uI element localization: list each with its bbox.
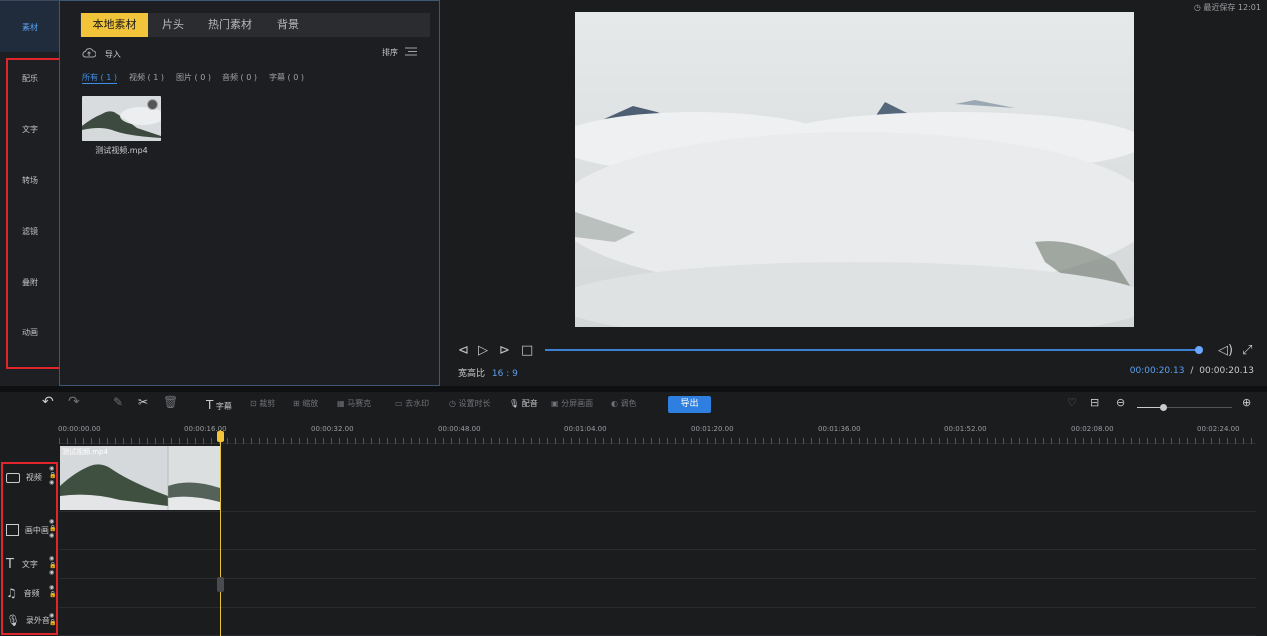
timeline-playhead-handle[interactable] — [217, 431, 224, 442]
list-icon — [404, 47, 417, 58]
dewatermark-icon: ▭ — [395, 399, 403, 408]
zoom-out-icon[interactable]: ⊖ — [1116, 396, 1125, 409]
video-clip[interactable]: 测试视频.mp4 — [60, 446, 220, 510]
import-label: 导入 — [104, 50, 121, 59]
zoom-button[interactable]: ⊞ 缩放 — [293, 398, 318, 409]
crop-button[interactable]: ⊡ 裁剪 — [250, 398, 275, 409]
tab-intro[interactable]: 片头 — [152, 13, 194, 37]
ruler-tick-label: 00:01:20.00 — [691, 425, 734, 433]
mosaic-icon: ▦ — [337, 399, 345, 408]
clip-name: 测试视频.mp4 — [62, 448, 108, 456]
cloud-upload-icon — [82, 47, 97, 62]
subtab-all[interactable]: 所有 ( 1 ) — [82, 72, 117, 84]
marker-icon[interactable]: ♡ — [1067, 396, 1077, 409]
sort-label: 排序 — [382, 48, 398, 57]
timecode: 00:00:20.13 / 00:00:20.13 — [1130, 366, 1254, 376]
media-thumbnail[interactable] — [82, 96, 161, 141]
fullscreen-icon[interactable]: ⤢ — [1242, 343, 1252, 358]
split-screen-button[interactable]: ▣ 分屏画面 — [551, 398, 593, 409]
subtitle-button[interactable]: T 字幕 — [206, 398, 232, 412]
volume-icon[interactable]: ◁) — [1218, 343, 1233, 358]
time-current: 00:00:20.13 — [1129, 366, 1185, 376]
zoom-slider-fill — [1137, 407, 1162, 408]
tab-background[interactable]: 背景 — [266, 13, 310, 37]
stop-icon[interactable]: □ — [521, 343, 533, 358]
sidebar-item-materials[interactable]: 素材 — [0, 22, 60, 33]
crop-icon: ⊡ — [250, 399, 257, 408]
clock-icon: ◷ — [449, 399, 456, 408]
aspect-label: 宽高比 — [458, 369, 486, 379]
dewatermark-button[interactable]: ▭ 去水印 — [395, 398, 429, 409]
time-total: 00:00:20.13 — [1199, 366, 1254, 376]
playback-progress-bar[interactable] — [545, 349, 1200, 351]
video-preview[interactable] — [575, 12, 1134, 327]
ruler-tick-label: 00:00:48.00 — [438, 425, 481, 433]
autosave-status: ◷ 最近保存 12:01 — [1193, 3, 1261, 12]
video-track[interactable] — [59, 445, 1256, 512]
ruler-tick-label: 00:00:00.00 — [58, 425, 101, 433]
redo-icon[interactable]: ↷ — [68, 394, 80, 410]
aspect-value: 16 : 9 — [491, 369, 518, 379]
trash-icon[interactable]: 🗑 — [163, 395, 178, 409]
playback-handle[interactable] — [1195, 346, 1203, 354]
play-icon[interactable]: ▷ — [478, 343, 488, 358]
voiceover-track[interactable] — [59, 608, 1256, 636]
clock-icon: ◷ — [1193, 3, 1201, 12]
split-screen-icon: ▣ — [551, 399, 559, 408]
zoom-icon: ⊞ — [293, 399, 300, 408]
import-button[interactable]: 导入 — [82, 47, 121, 62]
ruler-ticks — [59, 438, 1256, 444]
annotation-box-sidebar — [6, 58, 67, 369]
export-button[interactable]: 导出 — [668, 396, 711, 413]
ruler-tick-label: 00:01:04.00 — [564, 425, 607, 433]
undo-icon[interactable]: ↶ — [42, 394, 54, 410]
scissors-icon[interactable]: ✂ — [138, 395, 148, 409]
subtab-subtitle[interactable]: 字幕 ( 0 ) — [269, 72, 304, 83]
set-duration-button[interactable]: ◷ 设置时长 — [449, 398, 491, 409]
ruler-tick-label: 00:00:32.00 — [311, 425, 354, 433]
pip-track[interactable] — [59, 512, 1256, 550]
ruler-tick-label: 00:02:24.00 — [1197, 425, 1240, 433]
subtab-video[interactable]: 视频 ( 1 ) — [129, 72, 164, 83]
sort-button[interactable]: 排序 — [382, 47, 417, 58]
palette-icon: ◐ — [611, 399, 618, 408]
annotation-box-tracks — [1, 462, 58, 635]
next-frame-icon[interactable]: ⊳ — [499, 343, 510, 358]
audio-track[interactable] — [59, 579, 1256, 608]
ruler-tick-label: 00:01:52.00 — [944, 425, 987, 433]
mosaic-button[interactable]: ▦ 马赛克 — [337, 398, 371, 409]
prev-frame-icon[interactable]: ⊲ — [458, 343, 469, 358]
pencil-icon[interactable]: ✎ — [113, 395, 123, 409]
text-t-icon: T — [206, 398, 214, 412]
timeline-scroll-handle[interactable] — [217, 577, 224, 592]
fit-width-icon[interactable]: ⊟ — [1090, 396, 1099, 409]
dubbing-button[interactable]: 🎙 配音 — [509, 398, 538, 409]
ruler-tick-label: 00:02:08.00 — [1071, 425, 1114, 433]
media-type-icon — [147, 99, 158, 110]
aspect-ratio[interactable]: 宽高比 16 : 9 — [458, 366, 518, 379]
media-filename: 测试视频.mp4 — [95, 146, 148, 155]
subtab-image[interactable]: 图片 ( 0 ) — [176, 72, 211, 83]
subtab-audio[interactable]: 音频 ( 0 ) — [222, 72, 257, 83]
tab-local-materials[interactable]: 本地素材 — [81, 13, 148, 37]
tab-hot-materials[interactable]: 热门素材 — [200, 13, 260, 37]
ruler-tick-label: 00:01:36.00 — [818, 425, 861, 433]
timeline-playhead[interactable] — [220, 430, 221, 636]
text-track[interactable] — [59, 550, 1256, 579]
time-separator: / — [1190, 366, 1194, 376]
color-button[interactable]: ◐ 调色 — [611, 398, 637, 409]
zoom-slider-handle[interactable] — [1160, 404, 1167, 411]
microphone-icon: 🎙 — [509, 399, 520, 408]
zoom-in-icon[interactable]: ⊕ — [1242, 396, 1251, 409]
